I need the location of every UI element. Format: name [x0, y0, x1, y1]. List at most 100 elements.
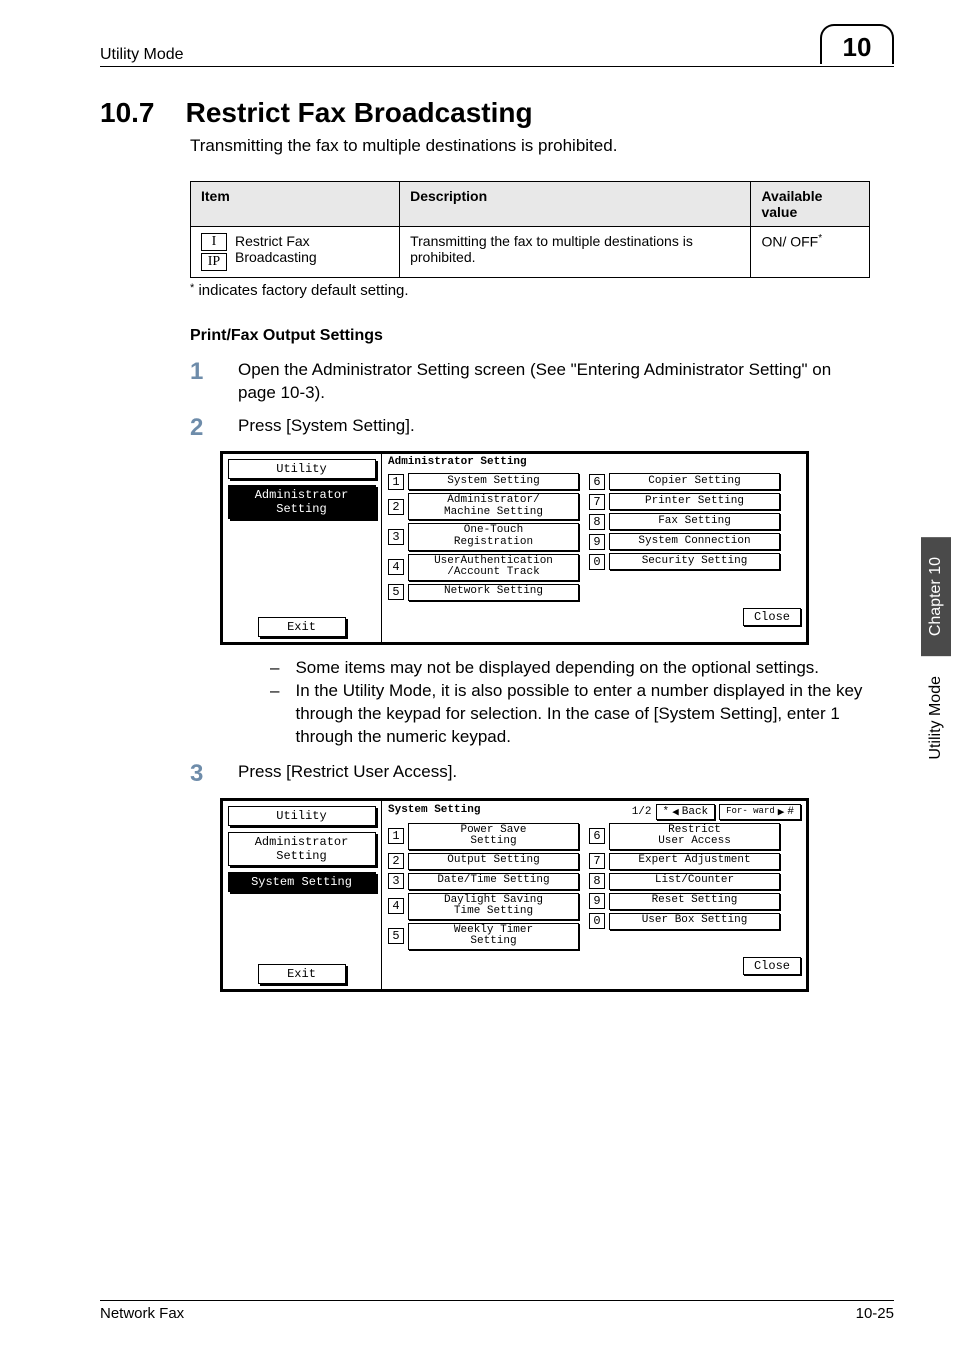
- lcd2-num-9: 9: [589, 893, 605, 909]
- lcd2-btn-output[interactable]: 2Output Setting: [388, 853, 579, 870]
- lcd2-lbl-restrict-user: Restrict User Access: [609, 823, 780, 850]
- lcd1-btn-system-connection[interactable]: 9System Connection: [589, 533, 780, 550]
- side-tab-mode: Utility Mode: [921, 656, 951, 780]
- lcd2-tab-utility[interactable]: Utility: [228, 806, 376, 826]
- bullet-dash: –: [270, 680, 279, 749]
- lcd1-lbl-printer: Printer Setting: [609, 493, 780, 510]
- lcd1-num-9: 9: [589, 534, 605, 550]
- arrow-right-icon: ▶: [778, 805, 785, 819]
- lcd2-btn-list-counter[interactable]: 8List/Counter: [589, 873, 780, 890]
- lcd1-btn-fax[interactable]: 8Fax Setting: [589, 513, 780, 530]
- item-name: Restrict Fax Broadcasting: [235, 233, 389, 265]
- step-1-number: 1: [190, 359, 210, 405]
- footer-right: 10-25: [856, 1305, 894, 1322]
- lcd1-btn-security[interactable]: 0Security Setting: [589, 553, 780, 570]
- lcd2-btn-date-time[interactable]: 3Date/Time Setting: [388, 873, 579, 890]
- lcd2-num-2: 2: [388, 853, 404, 869]
- step-1-body: Open the Administrator Setting screen (S…: [238, 359, 858, 405]
- lcd2-tab-admin-setting[interactable]: Administrator Setting: [228, 832, 376, 866]
- lcd1-num-8: 8: [589, 514, 605, 530]
- lcd2-num-7: 7: [589, 853, 605, 869]
- th-available: Available value: [751, 182, 870, 227]
- lcd1-lbl-user-auth: UserAuthentication /Account Track: [408, 554, 579, 581]
- lcd1-num-6: 6: [589, 474, 605, 490]
- lcd2-tab-system-setting[interactable]: System Setting: [228, 872, 376, 892]
- lcd1-btn-system-setting[interactable]: 1System Setting: [388, 473, 579, 490]
- table-row: I IP Restrict Fax Broadcasting Transmitt…: [191, 227, 870, 278]
- lcd2-forward-label: For- ward: [726, 807, 775, 815]
- lcd2-page-indicator: 1/2: [632, 806, 652, 818]
- lcd1-lbl-network: Network Setting: [408, 584, 579, 601]
- running-header-left: Utility Mode: [100, 46, 184, 64]
- lcd1-btn-printer[interactable]: 7Printer Setting: [589, 493, 780, 510]
- lcd1-btn-admin-machine[interactable]: 2Administrator/ Machine Setting: [388, 493, 579, 520]
- lcd2-btn-user-box[interactable]: 0User Box Setting: [589, 913, 780, 930]
- lcd2-lbl-output: Output Setting: [408, 853, 579, 870]
- item-description: Transmitting the fax to multiple destina…: [400, 227, 751, 278]
- lcd1-lbl-one-touch: One-Touch Registration: [408, 523, 579, 550]
- footer-left: Network Fax: [100, 1305, 184, 1322]
- lcd1-num-7: 7: [589, 494, 605, 510]
- lcd1-lbl-copier: Copier Setting: [609, 473, 780, 490]
- side-chapter-tab: Chapter 10 Utility Mode: [918, 460, 954, 780]
- lcd1-lbl-system-setting: System Setting: [408, 473, 579, 490]
- lcd1-tab-admin-setting[interactable]: Administrator Setting: [228, 485, 376, 519]
- lcd1-heading: Administrator Setting: [388, 457, 801, 470]
- footnote-text: indicates factory default setting.: [194, 282, 408, 299]
- lcd1-tab-utility[interactable]: Utility: [228, 459, 376, 479]
- lcd2-lbl-list-counter: List/Counter: [609, 873, 780, 890]
- step-2-body: Press [System Setting].: [238, 415, 415, 441]
- lcd2-btn-power-save[interactable]: 1Power Save Setting: [388, 823, 579, 850]
- lcd2-pager: 1/2 * ◀ Back For- ward ▶ #: [632, 804, 801, 820]
- lcd1-lbl-admin-machine: Administrator/ Machine Setting: [408, 493, 579, 520]
- step-3-number: 3: [190, 761, 210, 787]
- lcd2-btn-weekly-timer[interactable]: 5Weekly Timer Setting: [388, 923, 579, 950]
- lcd2-num-8: 8: [589, 873, 605, 889]
- item-value: ON/ OFF*: [751, 227, 870, 278]
- lcd2-lbl-weekly-timer: Weekly Timer Setting: [408, 923, 579, 950]
- running-header: Utility Mode 10: [100, 24, 894, 67]
- lcd2-lbl-reset: Reset Setting: [609, 893, 780, 910]
- lcd1-close-button[interactable]: Close: [743, 608, 801, 626]
- lcd2-lbl-power-save: Power Save Setting: [408, 823, 579, 850]
- lcd1-num-0: 0: [589, 554, 605, 570]
- lcd1-lbl-system-connection: System Connection: [609, 533, 780, 550]
- lcd2-btn-daylight[interactable]: 4Daylight Saving Time Setting: [388, 893, 579, 920]
- lcd2-close-button[interactable]: Close: [743, 957, 801, 975]
- lcd1-num-1: 1: [388, 474, 404, 490]
- lcd1-btn-network[interactable]: 5Network Setting: [388, 584, 579, 601]
- lcd2-btn-reset[interactable]: 9Reset Setting: [589, 893, 780, 910]
- table-footnote: * indicates factory default setting.: [190, 282, 894, 299]
- lcd2-lbl-daylight: Daylight Saving Time Setting: [408, 893, 579, 920]
- lcd1-exit-button[interactable]: Exit: [258, 617, 346, 637]
- lcd2-heading: System Setting: [388, 805, 480, 818]
- step-3-body: Press [Restrict User Access].: [238, 761, 457, 787]
- lcd2-exit-button[interactable]: Exit: [258, 964, 346, 984]
- value-footnote-star: *: [818, 233, 822, 244]
- lcd2-lbl-date-time: Date/Time Setting: [408, 873, 579, 890]
- lcd1-btn-one-touch[interactable]: 3One-Touch Registration: [388, 523, 579, 550]
- lcd1-num-4: 4: [388, 559, 404, 575]
- th-item: Item: [191, 182, 400, 227]
- chapter-number-badge: 10: [820, 24, 894, 64]
- lcd2-btn-expert[interactable]: 7Expert Adjustment: [589, 853, 780, 870]
- hash-icon: #: [787, 806, 794, 818]
- section-number: 10.7: [100, 97, 155, 128]
- lcd2-lbl-expert: Expert Adjustment: [609, 853, 780, 870]
- lcd2-lbl-user-box: User Box Setting: [609, 913, 780, 930]
- lcd2-num-3: 3: [388, 873, 404, 889]
- item-tags: I IP: [201, 233, 227, 271]
- lcd2-forward-button[interactable]: For- ward ▶ #: [719, 804, 801, 820]
- lcd-screen-system-setting: Utility Administrator Setting System Set…: [220, 798, 809, 992]
- lcd1-lbl-security: Security Setting: [609, 553, 780, 570]
- arrow-left-icon: ◀: [672, 805, 679, 819]
- lcd2-back-button[interactable]: * ◀ Back: [656, 804, 716, 820]
- lcd1-btn-user-auth[interactable]: 4UserAuthentication /Account Track: [388, 554, 579, 581]
- lcd1-num-5: 5: [388, 584, 404, 600]
- step-2-notes: –Some items may not be displayed dependi…: [270, 657, 870, 749]
- table-header-row: Item Description Available value: [191, 182, 870, 227]
- step-2: 2 Press [System Setting].: [190, 415, 894, 441]
- section-name: Restrict Fax Broadcasting: [186, 97, 533, 128]
- lcd2-btn-restrict-user[interactable]: 6Restrict User Access: [589, 823, 780, 850]
- lcd1-btn-copier[interactable]: 6Copier Setting: [589, 473, 780, 490]
